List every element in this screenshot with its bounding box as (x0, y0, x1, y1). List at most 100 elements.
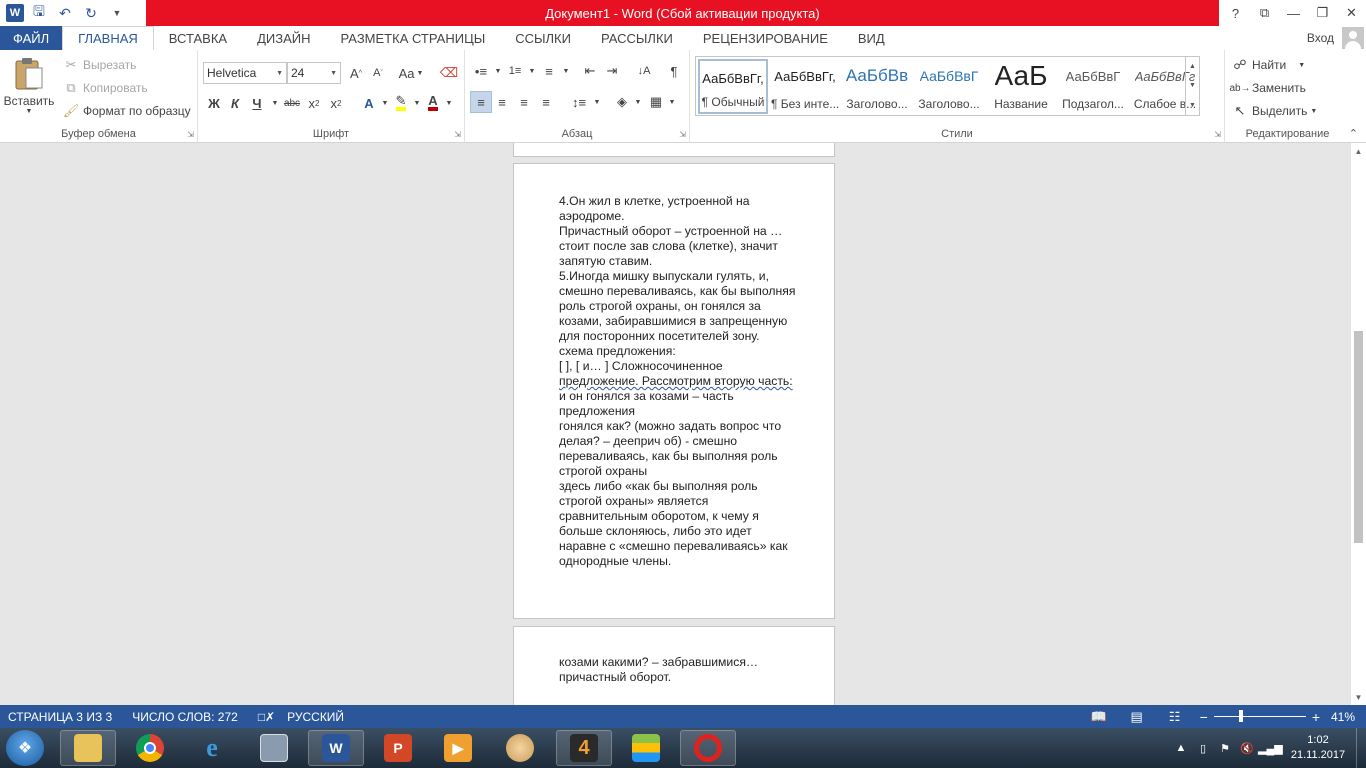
taskbar-powerpoint[interactable]: P (370, 730, 426, 766)
borders-dropdown-icon[interactable]: ▼ (661, 91, 683, 113)
increase-indent-icon[interactable]: ⇥ (601, 60, 623, 82)
font-family-combo[interactable]: Helvetica ▼ (203, 62, 287, 84)
proofing-icon[interactable]: □✗ (258, 710, 275, 724)
taskbar-calculator[interactable] (246, 730, 302, 766)
superscript-icon[interactable]: x2 (325, 92, 347, 114)
style-title[interactable]: АаБ Название (986, 59, 1056, 114)
taskbar-bluestacks[interactable] (618, 730, 674, 766)
zoom-slider[interactable] (1213, 710, 1306, 722)
tab-view[interactable]: ВИД (843, 26, 900, 50)
taskbar-media-player[interactable]: ▶ (430, 730, 486, 766)
tab-review[interactable]: РЕЦЕНЗИРОВАНИЕ (688, 26, 843, 50)
scroll-thumb[interactable] (1354, 331, 1363, 543)
word-count-status[interactable]: ЧИСЛО СЛОВ: 272 (132, 710, 238, 724)
sort-icon[interactable]: ↓A (633, 60, 655, 82)
chevron-down-icon[interactable]: ▼ (1189, 82, 1196, 89)
clear-formatting-icon[interactable]: ⌫ (438, 62, 460, 84)
more-styles-icon[interactable]: ▼ (1189, 102, 1196, 109)
strikethrough-icon[interactable]: abc (281, 92, 303, 114)
font-size-combo[interactable]: 24 ▼ (287, 62, 341, 84)
language-status[interactable]: РУССКИЙ (287, 710, 344, 724)
style-subtitle[interactable]: АаБбВвГ Подзагол... (1058, 59, 1128, 114)
change-case-icon[interactable]: Aa ▼ (396, 62, 426, 84)
line-spacing-dropdown-icon[interactable]: ▼ (586, 91, 608, 113)
tab-design[interactable]: ДИЗАЙН (242, 26, 325, 50)
network-icon[interactable]: ▂▄▆ (1258, 742, 1283, 755)
copy-button[interactable]: ⧉ Копировать (62, 79, 147, 97)
align-center-icon[interactable]: ≡ (491, 91, 513, 113)
style-no-spacing[interactable]: АаБбВвГг, ¶ Без инте... (770, 59, 840, 114)
paste-button[interactable]: Вставить ▼ (4, 56, 54, 115)
tab-mailings[interactable]: РАССЫЛКИ (586, 26, 688, 50)
show-hidden-icons-icon[interactable]: ▲ (1170, 742, 1192, 754)
paragraph-launcher-icon[interactable]: ⇲ (679, 130, 686, 139)
align-left-icon[interactable]: ≡ (470, 91, 492, 113)
style-heading-1[interactable]: АаБбВв Заголово... (842, 59, 912, 114)
page-4-text[interactable]: козами какими? – забравшимися… причастны… (559, 655, 758, 685)
zoom-level[interactable]: 41% (1320, 710, 1366, 724)
page-3[interactable]: 4.Он жил в клетке, устроенной на аэродро… (513, 163, 835, 619)
restore-icon[interactable]: ❐ (1308, 5, 1337, 21)
page-3-text[interactable]: 4.Он жил в клетке, устроенной на аэродро… (559, 194, 795, 569)
vertical-scrollbar[interactable]: ▲ ▼ (1350, 143, 1366, 705)
justify-icon[interactable]: ≡ (535, 91, 557, 113)
print-layout-icon[interactable]: ▤ (1118, 709, 1156, 725)
taskbar-explorer[interactable] (60, 730, 116, 766)
show-desktop-button[interactable] (1356, 728, 1366, 768)
tab-page-layout[interactable]: РАЗМЕТКА СТРАНИЦЫ (326, 26, 501, 50)
start-button[interactable]: ❖ (6, 730, 44, 766)
cut-button[interactable]: ✂ Вырезать (62, 56, 137, 74)
minimize-icon[interactable]: — (1279, 6, 1308, 21)
find-button[interactable]: ☍ Найти ▼ (1231, 56, 1305, 74)
tab-file[interactable]: ФАЙЛ (0, 26, 63, 50)
shrink-font-icon[interactable]: Aˇ (367, 62, 389, 84)
zoom-in-icon[interactable]: + (1312, 709, 1320, 725)
undo-icon[interactable]: ↶ (54, 2, 76, 24)
replace-button[interactable]: ab→ Заменить (1229, 79, 1306, 97)
show-marks-icon[interactable]: ¶ (663, 60, 685, 82)
customize-qat-icon[interactable]: ▼ (106, 2, 128, 24)
avatar[interactable] (1342, 27, 1364, 49)
web-layout-icon[interactable]: ☷ (1156, 709, 1194, 725)
document-area[interactable]: 4.Он жил в клетке, устроенной на аэродро… (0, 143, 1350, 705)
decrease-indent-icon[interactable]: ⇤ (579, 60, 601, 82)
page-count-status[interactable]: СТРАНИЦА 3 ИЗ 3 (8, 710, 112, 724)
styles-launcher-icon[interactable]: ⇲ (1214, 130, 1221, 139)
multilevel-dropdown-icon[interactable]: ▼ (555, 60, 577, 82)
tab-references[interactable]: ССЫЛКИ (500, 26, 586, 50)
style-normal[interactable]: АаБбВвГг, ¶ Обычный (698, 59, 768, 114)
taskbar-paint[interactable] (492, 730, 548, 766)
scroll-up-icon[interactable]: ▲ (1351, 143, 1366, 159)
clock[interactable]: 1:02 21.11.2017 (1280, 733, 1356, 763)
taskbar-internet-explorer[interactable]: e (184, 730, 240, 766)
help-icon[interactable]: ? (1221, 6, 1250, 21)
format-painter-button[interactable]: 🖌 Формат по образцу (62, 102, 191, 120)
word-logo-icon[interactable]: W (6, 4, 24, 22)
zoom-slider-thumb[interactable] (1238, 710, 1243, 722)
volume-muted-icon[interactable]: 🔇 (1236, 742, 1258, 755)
close-icon[interactable]: ✕ (1337, 5, 1366, 21)
save-icon[interactable]: 🖫 (28, 2, 50, 24)
read-mode-icon[interactable]: 📖 (1080, 709, 1118, 725)
subscript-icon[interactable]: x2 (303, 92, 325, 114)
taskbar-game-4[interactable]: 4 (556, 730, 612, 766)
font-launcher-icon[interactable]: ⇲ (454, 130, 461, 139)
clipboard-launcher-icon[interactable]: ⇲ (187, 130, 194, 139)
italic-icon[interactable]: К (224, 92, 246, 114)
chevron-up-icon[interactable]: ▲ (1189, 63, 1196, 70)
collapse-ribbon-icon[interactable]: ⌃ (1349, 127, 1358, 140)
bold-icon[interactable]: Ж (203, 92, 225, 114)
select-button[interactable]: ↖ Выделить ▼ (1231, 102, 1318, 120)
taskbar-word[interactable]: W (308, 730, 364, 766)
flag-icon[interactable]: ⚑ (1214, 742, 1236, 755)
taskbar-chrome[interactable] (122, 730, 178, 766)
page-4[interactable]: козами какими? – забравшимися… причастны… (513, 626, 835, 705)
tab-insert[interactable]: ВСТАВКА (154, 26, 242, 50)
sign-in-link[interactable]: Вход (1307, 26, 1334, 50)
redo-icon[interactable]: ↻ (80, 2, 102, 24)
grow-font-icon[interactable]: A ^ (345, 62, 367, 84)
font-color-dropdown-icon[interactable]: ▼ (438, 92, 460, 114)
zoom-out-icon[interactable]: − (1200, 709, 1208, 725)
scroll-down-icon[interactable]: ▼ (1351, 689, 1366, 705)
device-icon[interactable]: ▯ (1192, 742, 1214, 755)
